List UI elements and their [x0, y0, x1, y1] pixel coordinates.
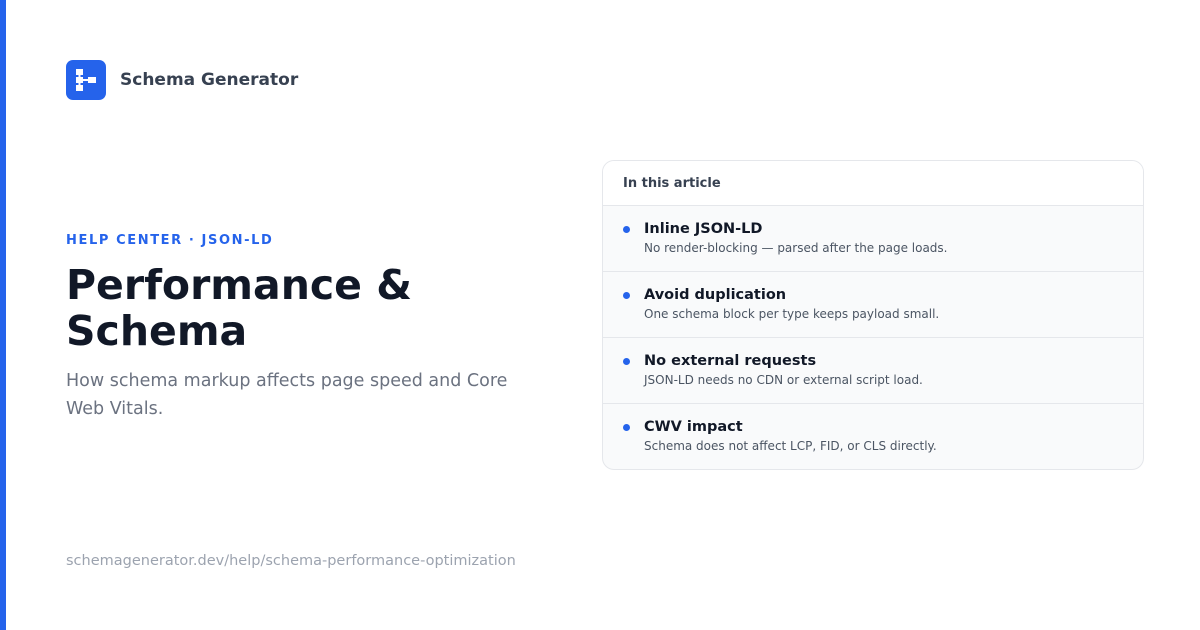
toc-item-description: No render-blocking — parsed after the pa… [644, 241, 948, 255]
toc-item-description: Schema does not affect LCP, FID, or CLS … [644, 439, 937, 453]
toc-item-title: Inline JSON-LD [644, 221, 763, 237]
brand: Schema Generator [66, 60, 298, 100]
toc-item-title: Avoid duplication [644, 287, 787, 303]
toc-item[interactable]: Avoid duplication One schema block per t… [603, 272, 1143, 338]
bullet-icon [623, 226, 630, 233]
toc-item-title: No external requests [644, 353, 817, 369]
toc-item-description: JSON-LD needs no CDN or external script … [644, 373, 923, 387]
toc-item[interactable]: Inline JSON-LD No render-blocking — pars… [603, 206, 1143, 272]
toc-item-description: One schema block per type keeps payload … [644, 307, 940, 321]
bullet-icon [623, 358, 630, 365]
accent-bar [0, 0, 6, 630]
toc-item-title: CWV impact [644, 419, 743, 435]
bullet-icon [623, 292, 630, 299]
toc-item[interactable]: No external requests JSON-LD needs no CD… [603, 338, 1143, 404]
toc-heading: In this article [603, 161, 1143, 206]
page-subtitle: How schema markup affects page speed and… [66, 371, 508, 419]
bullet-icon [623, 424, 630, 431]
eyebrow: HELP CENTER · JSON-LD [66, 233, 274, 248]
table-of-contents: In this article Inline JSON-LD No render… [602, 160, 1144, 470]
brand-name: Schema Generator [120, 70, 299, 90]
page-url: schemagenerator.dev/help/schema-performa… [66, 553, 516, 569]
toc-item[interactable]: CWV impact Schema does not affect LCP, F… [603, 404, 1143, 469]
sitemap-icon [66, 60, 106, 100]
page-title: Performance & Schema [66, 261, 413, 355]
